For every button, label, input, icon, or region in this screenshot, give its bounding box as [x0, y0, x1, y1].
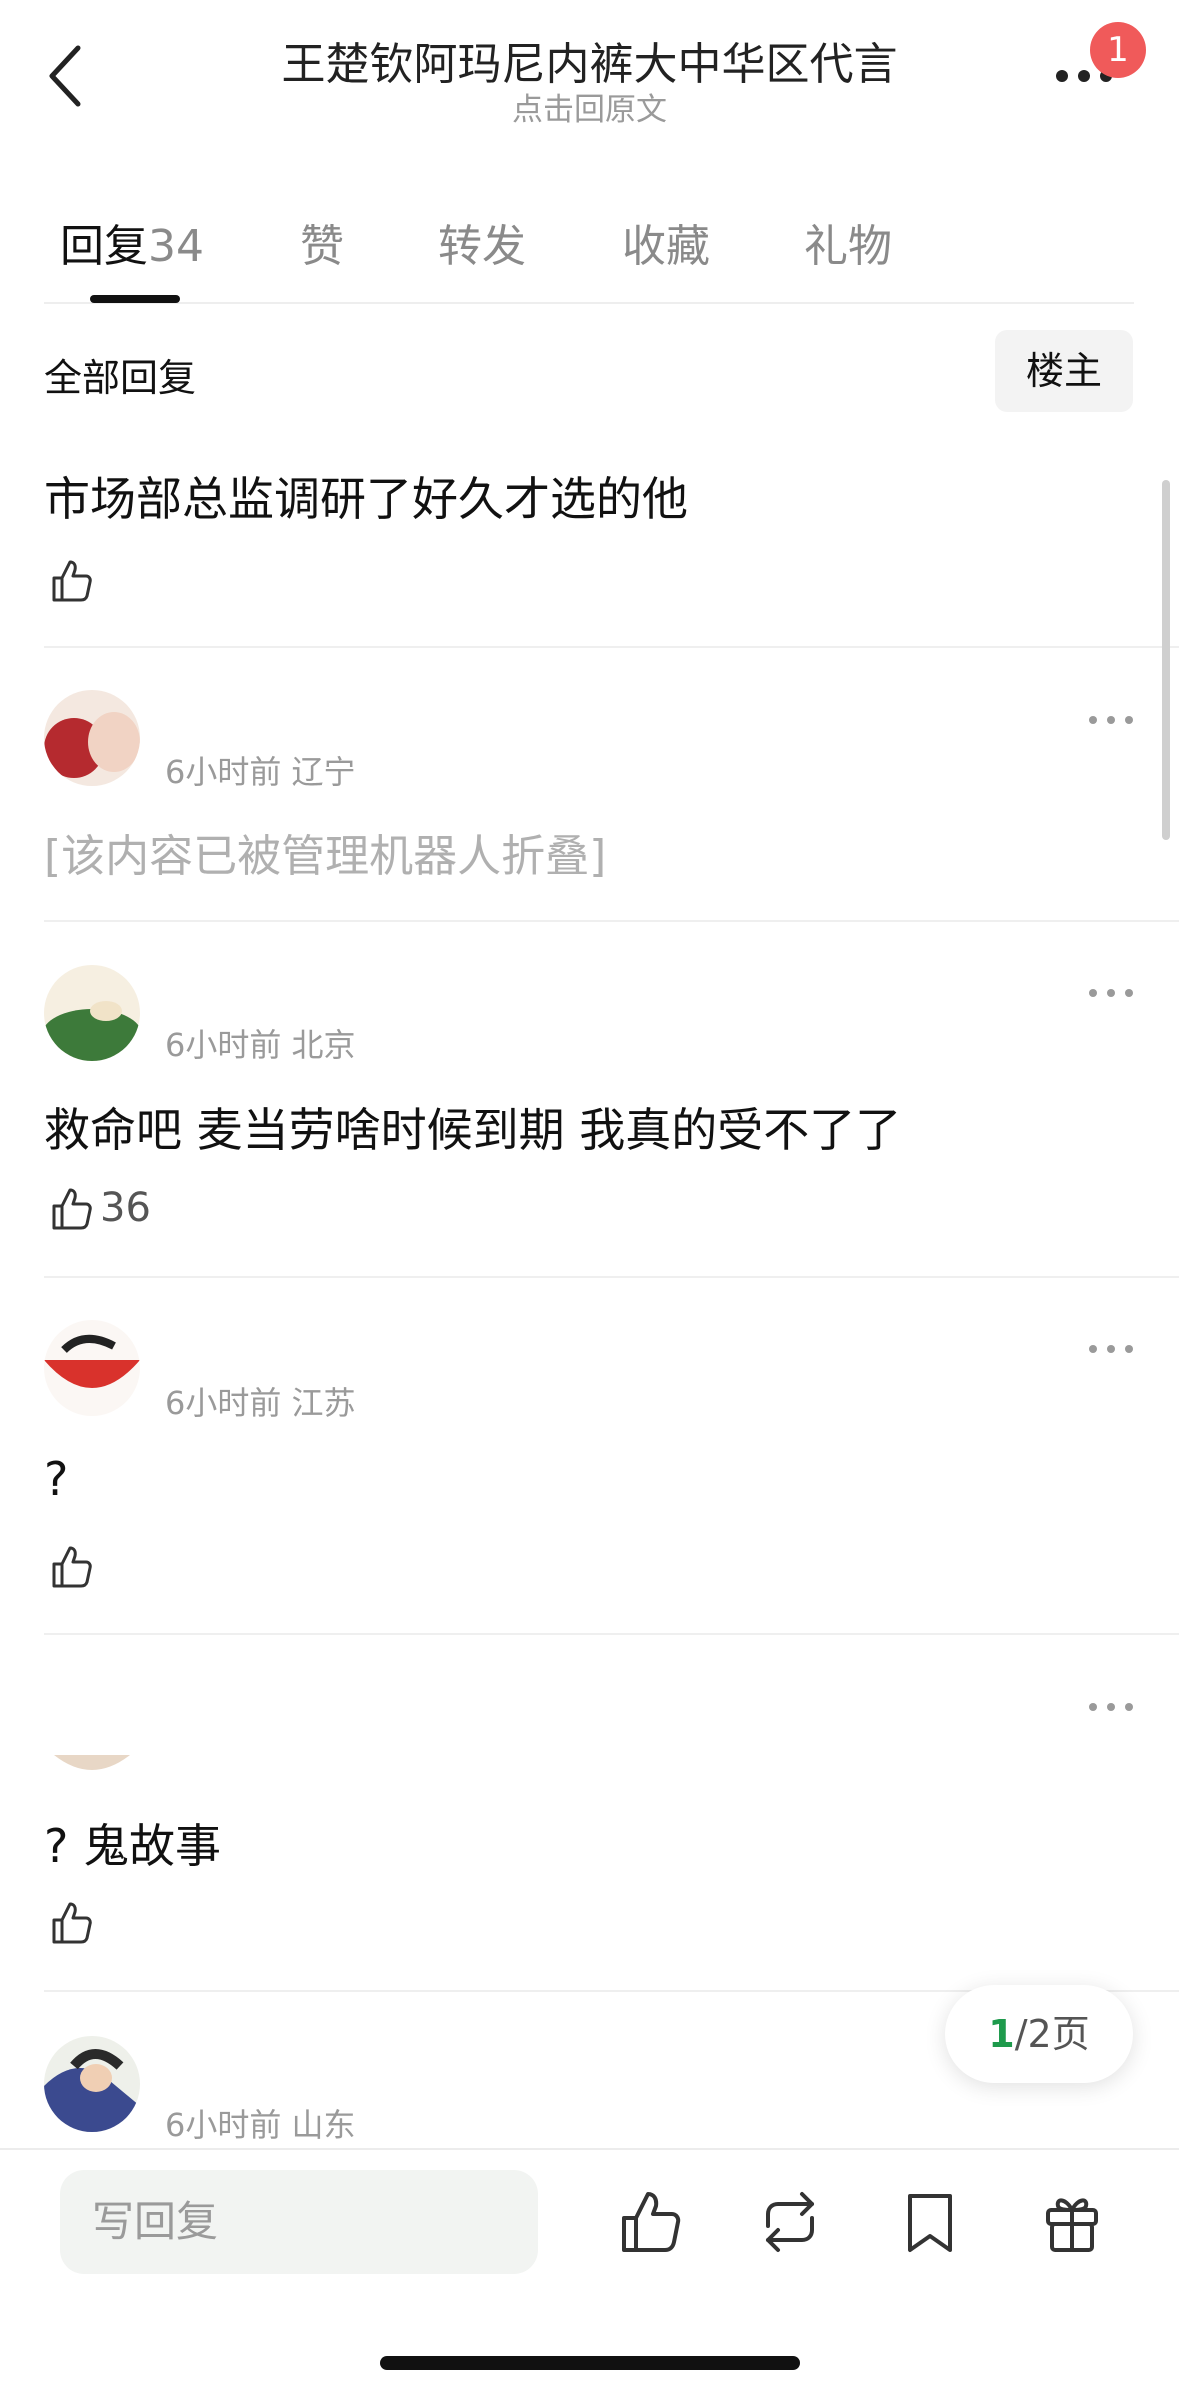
comment-more-icon[interactable] — [1086, 986, 1136, 1000]
comment-more-icon[interactable] — [1086, 1700, 1136, 1714]
tab-likes[interactable]: 赞 — [300, 210, 344, 274]
avatar[interactable] — [44, 1320, 140, 1416]
page-indicator[interactable]: 1/2页 — [945, 1985, 1133, 2083]
comment-meta: 6小时前 北京 — [165, 1020, 356, 1066]
back-to-original-link[interactable]: 点击回原文 — [0, 84, 1179, 129]
repost-icon[interactable] — [754, 2186, 826, 2258]
like-icon[interactable] — [46, 1184, 96, 1234]
avatar[interactable] — [44, 1755, 140, 1777]
bottom-bar-divider — [0, 2148, 1179, 2150]
comment-text: ? 鬼故事 — [44, 1819, 222, 1873]
tab-gifts[interactable]: 礼物 — [804, 210, 892, 274]
tab-replies-count: 34 — [148, 221, 204, 272]
like-icon[interactable] — [46, 1898, 96, 1948]
comment-text: 市场部总监调研了好久才选的他 — [44, 472, 688, 526]
comment-divider — [44, 646, 1179, 648]
all-replies-label: 全部回复 — [44, 356, 197, 400]
tab-replies-label: 回复 — [60, 221, 148, 272]
folded-comment-text: [该内容已被管理机器人折叠] — [44, 831, 607, 882]
avatar[interactable] — [44, 965, 140, 1061]
avatar[interactable] — [44, 2036, 140, 2132]
home-indicator[interactable] — [380, 2356, 800, 2370]
comment-more-icon[interactable] — [1086, 713, 1136, 727]
tab-reposts[interactable]: 转发 — [438, 210, 526, 274]
current-page: 1 — [988, 2012, 1015, 2056]
gift-icon[interactable] — [1036, 2186, 1108, 2258]
like-icon[interactable] — [46, 556, 96, 606]
scrollbar[interactable] — [1162, 480, 1170, 840]
tab-replies[interactable]: 回复34 — [60, 210, 204, 274]
comment-time: 6小时前 — [165, 1026, 282, 1064]
total-pages: /2页 — [1014, 2012, 1090, 2056]
tab-favorites[interactable]: 收藏 — [622, 210, 710, 274]
comment-text: 救命吧 麦当劳啥时候到期 我真的受不了了 — [44, 1103, 902, 1157]
comment-divider — [44, 920, 1179, 922]
comment-more-icon[interactable] — [1086, 1342, 1136, 1356]
tab-divider — [44, 302, 1134, 304]
comment-location: 山东 — [291, 2106, 356, 2144]
comment-meta: 6小时前 江苏 — [165, 1378, 356, 1424]
comment-time: 6小时前 — [165, 753, 282, 791]
comment-location: 北京 — [291, 1026, 356, 1064]
reply-input[interactable]: 写回复 — [60, 2170, 538, 2274]
notification-badge: 1 — [1090, 22, 1146, 78]
bookmark-icon[interactable] — [894, 2186, 966, 2258]
comment-time: 6小时前 — [165, 2106, 282, 2144]
comment-location: 江苏 — [291, 1384, 356, 1422]
like-count: 36 — [100, 1185, 151, 1231]
like-icon[interactable] — [614, 2186, 686, 2258]
like-icon[interactable] — [46, 1542, 96, 1592]
comment-meta: 6小时前 山东 — [165, 2100, 356, 2146]
op-only-button[interactable]: 楼主 — [995, 330, 1133, 412]
comment-text: ? — [44, 1452, 69, 1506]
comment-time: 6小时前 — [165, 1384, 282, 1422]
comment-meta: 6小时前 辽宁 — [165, 747, 356, 793]
active-tab-indicator — [90, 295, 180, 303]
comment-divider — [44, 1276, 1179, 1278]
comment-location: 辽宁 — [291, 753, 356, 791]
comment-divider — [44, 1633, 1179, 1635]
avatar[interactable] — [44, 690, 140, 786]
page-title: 王楚钦阿玛尼内裤大中华区代言 — [281, 39, 898, 90]
